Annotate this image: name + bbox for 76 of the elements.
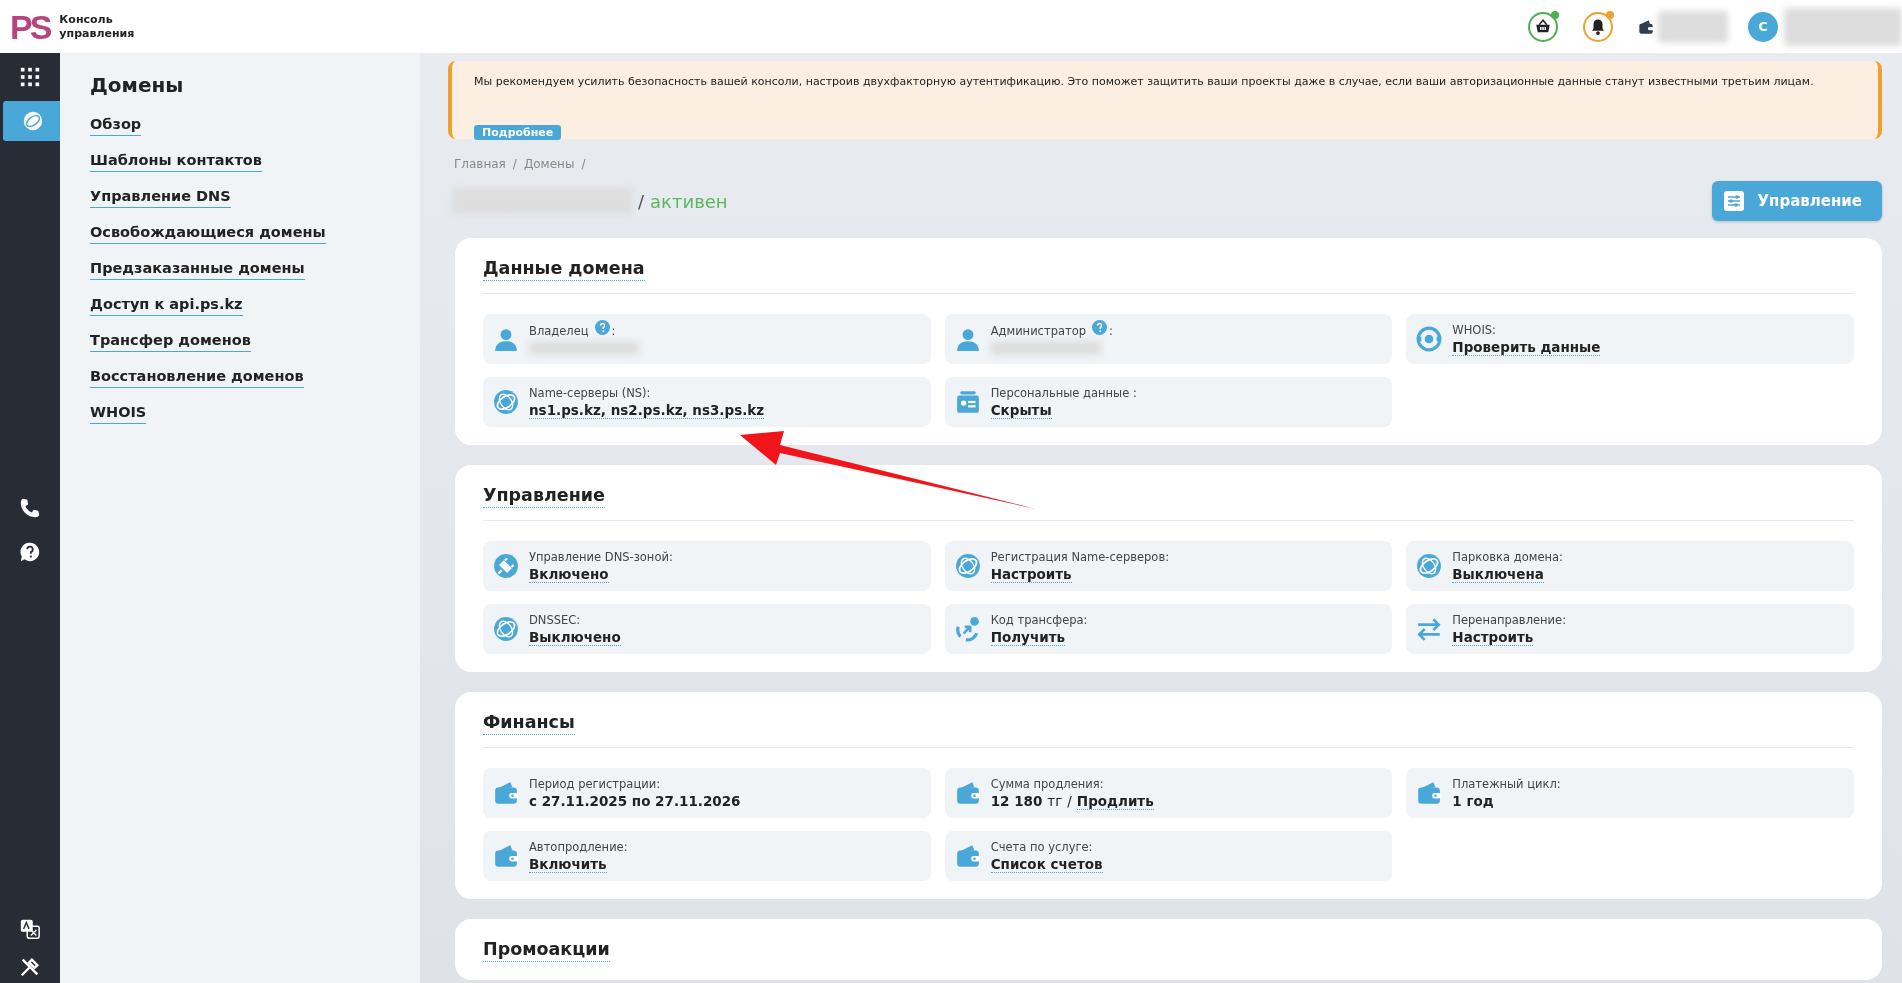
field-label: Счета по услуге:: [990, 839, 1093, 854]
field-value: /: [1067, 793, 1072, 809]
swap-arrows-icon: [1416, 616, 1443, 642]
section-heading: Управление: [483, 483, 605, 508]
value-link[interactable]: Продлить: [1076, 792, 1154, 810]
field-label: Автопродление:: [529, 839, 628, 854]
notifications-button[interactable]: [1583, 11, 1613, 42]
breadcrumb-separator: /: [512, 157, 517, 171]
wallet-icon: [493, 780, 519, 806]
section-heading: Данные домена: [483, 256, 645, 281]
wallet-icon[interactable]: [1638, 18, 1654, 35]
field-label: Период регистрации:: [529, 777, 661, 791]
section-heading: Финансы: [483, 710, 575, 735]
field-label: Персональные данные :: [990, 385, 1137, 400]
field-label: :: [1109, 324, 1113, 338]
field-label: Сумма продления:: [990, 776, 1104, 791]
menu-link[interactable]: Управление DNS: [90, 187, 231, 208]
field-label: Парковка домена:: [1452, 549, 1563, 564]
separator: /: [638, 190, 645, 212]
field-label: DNSSEC:: [529, 612, 581, 627]
bell-icon: [1589, 17, 1607, 36]
value-link[interactable]: Включить: [529, 855, 607, 873]
value-link[interactable]: ns1.ps.kz, ns2.ps.kz, ns3.ps.kz: [529, 401, 765, 419]
menu-link[interactable]: Восстановление доменов: [90, 367, 304, 388]
globe-icon: [493, 616, 519, 642]
transfer-icon: [954, 616, 981, 642]
plug-icon: [493, 553, 519, 579]
status-text: активен: [650, 190, 728, 212]
field-value: 1 год: [1452, 793, 1494, 809]
field-label: Регистрация Name-серверов:: [990, 549, 1170, 564]
field-label: WHOIS:: [1452, 322, 1496, 337]
field-label: :: [611, 324, 616, 338]
menu-link[interactable]: Доступ к api.ps.kz: [90, 295, 243, 316]
value-link[interactable]: Проверить данные: [1452, 338, 1601, 356]
section-heading: Промоакции: [483, 937, 610, 962]
menu-link[interactable]: Шаблоны контактов: [90, 151, 262, 172]
field-label: Name-серверы (NS):: [529, 385, 651, 400]
value-link[interactable]: Выключена: [1452, 565, 1544, 583]
breadcrumb-separator: /: [581, 157, 586, 171]
globe-icon: [1416, 553, 1443, 579]
gear-icon: [1416, 326, 1443, 352]
field-label: Платежный цикл:: [1452, 777, 1561, 791]
wallet-icon: [954, 843, 981, 869]
field-label: Код трансфера:: [990, 612, 1088, 627]
cart-button[interactable]: [1528, 11, 1558, 42]
menu-link[interactable]: WHOIS: [90, 403, 147, 424]
field-value: с 27.11.2025 по 27.11.2026: [529, 793, 741, 809]
menu-link[interactable]: Освобождающиеся домены: [90, 223, 326, 244]
value-link[interactable]: Список счетов: [990, 855, 1103, 873]
user-icon: [954, 326, 981, 352]
value-link[interactable]: Настроить: [1452, 628, 1534, 646]
id-card-icon: [954, 389, 981, 415]
menu-link[interactable]: Обзор: [90, 115, 142, 136]
value-link[interactable]: Получить: [990, 628, 1065, 646]
user-icon: [493, 326, 519, 352]
globe-icon: [493, 389, 519, 415]
menu-link[interactable]: Предзаказанные домены: [90, 259, 305, 280]
field-label: Владелец: [529, 324, 589, 338]
section-heading: Домены: [90, 73, 184, 97]
field-value: тг: [1047, 793, 1063, 809]
globe-icon: [954, 553, 981, 579]
field-value: 12 180: [990, 793, 1043, 809]
field-label: Перенаправление:: [1452, 612, 1566, 627]
sliders-icon: [1723, 191, 1744, 211]
field-label: Администратор: [990, 324, 1087, 338]
redacted-text: [1658, 10, 1728, 43]
wallet-icon: [493, 843, 519, 869]
value-link[interactable]: Настроить: [990, 565, 1072, 583]
wallet-icon: [954, 780, 981, 806]
field-label: Управление DNS-зоной:: [529, 549, 673, 564]
value-link[interactable]: Выключено: [529, 628, 621, 646]
menu-link[interactable]: Трансфер доменов: [90, 331, 251, 352]
value-link[interactable]: Скрыты: [990, 401, 1052, 419]
wallet-icon: [1416, 780, 1443, 806]
alert-text: Мы рекомендуем усилить безопасность вашей консоли, настроив двухфакторную аутентификацию. Это поможет защитить ваши проекты даже в случае, если ваши авторизационные данные станут известными третьим лицам.: [474, 74, 1815, 90]
value-link[interactable]: Включено: [529, 565, 609, 583]
